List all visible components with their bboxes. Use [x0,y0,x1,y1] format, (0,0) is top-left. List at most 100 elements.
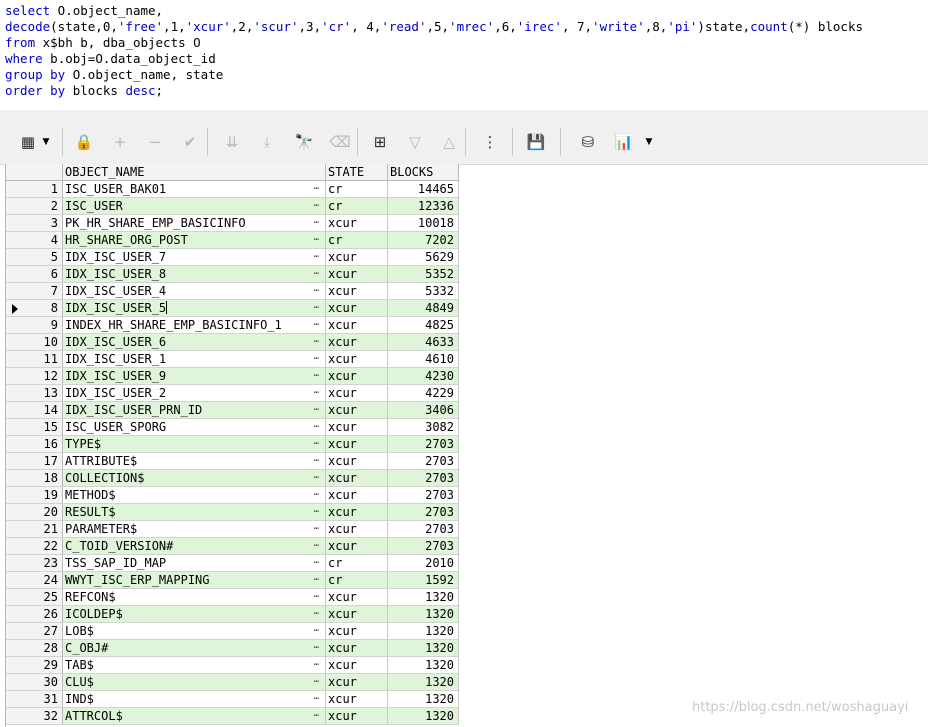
cell-blocks[interactable]: 14465 [388,181,459,198]
table-row[interactable]: 18 COLLECTION$ ⋯ xcur 2703 [6,470,459,487]
ellipsis-button[interactable]: ⋯ [308,283,326,300]
row-number[interactable]: 25 [6,589,63,606]
ellipsis-button[interactable]: ⋯ [308,198,326,215]
cell-object-name[interactable]: ISC_USER_SPORG [63,419,326,436]
ellipsis-button[interactable]: ⋯ [308,589,326,606]
cell-blocks[interactable]: 4849 [388,300,459,317]
row-number[interactable]: 19 [6,487,63,504]
add-row-icon[interactable]: + [108,130,132,154]
ellipsis-button[interactable]: ⋯ [308,215,326,232]
row-number[interactable]: 24 [6,572,63,589]
table-row[interactable]: 24 WWYT_ISC_ERP_MAPPING ⋯ cr 1592 [6,572,459,589]
cell-object-name[interactable]: ISC_USER_BAK01 [63,181,326,198]
table-row[interactable]: 2 ISC_USER ⋯ cr 12336 [6,198,459,215]
cell-state[interactable]: cr [326,181,388,198]
row-number[interactable]: 12 [6,368,63,385]
ellipsis-button[interactable]: ⋯ [308,181,326,198]
table-row[interactable]: 6 IDX_ISC_USER_8 ⋯ xcur 5352 [6,266,459,283]
cell-state[interactable]: xcur [326,657,388,674]
table-row[interactable]: 4 HR_SHARE_ORG_POST ⋯ cr 7202 [6,232,459,249]
cell-blocks[interactable]: 5352 [388,266,459,283]
grid-view-icon[interactable]: ▦ [16,130,40,154]
cell-state[interactable]: xcur [326,368,388,385]
cell-state[interactable]: cr [326,198,388,215]
row-number[interactable]: 31 [6,691,63,708]
result-grid[interactable]: OBJECT_NAME STATE BLOCKS 1 ISC_USER_BAK01… [5,164,459,727]
cell-blocks[interactable]: 1320 [388,674,459,691]
find-icon[interactable]: 🔭 [292,130,316,154]
cell-object-name[interactable]: ATTRCOL$ [63,708,326,725]
row-number[interactable]: 26 [6,606,63,623]
cell-state[interactable]: xcur [326,436,388,453]
cell-object-name[interactable]: WWYT_ISC_ERP_MAPPING [63,572,326,589]
row-number[interactable]: 18 [6,470,63,487]
ellipsis-button[interactable]: ⋯ [308,232,326,249]
cell-state[interactable]: xcur [326,674,388,691]
cell-state[interactable]: xcur [326,606,388,623]
cell-blocks[interactable]: 3406 [388,402,459,419]
table-row[interactable]: 21 PARAMETER$ ⋯ xcur 2703 [6,521,459,538]
cell-blocks[interactable]: 2703 [388,521,459,538]
table-row[interactable]: 32 ATTRCOL$ ⋯ xcur 1320 [6,708,459,725]
cell-object-name[interactable]: ATTRIBUTE$ [63,453,326,470]
save-icon[interactable]: 💾 [524,130,548,154]
cell-blocks[interactable]: 2010 [388,555,459,572]
column-header-object-name[interactable]: OBJECT_NAME [63,164,326,181]
cell-state[interactable]: xcur [326,283,388,300]
sort-down-icon[interactable]: ▽ [403,130,427,154]
cell-blocks[interactable]: 7202 [388,232,459,249]
cell-object-name[interactable]: TAB$ [63,657,326,674]
ellipsis-button[interactable]: ⋯ [308,453,326,470]
cell-object-name[interactable]: IDX_ISC_USER_PRN_ID [63,402,326,419]
table-row[interactable]: 9 INDEX_HR_SHARE_EMP_BASICINFO_1 ⋯ xcur 4825 [6,317,459,334]
row-number[interactable]: 2 [6,198,63,215]
cell-state[interactable]: xcur [326,419,388,436]
sort-up-icon[interactable]: △ [437,130,461,154]
table-row[interactable]: 30 CLU$ ⋯ xcur 1320 [6,674,459,691]
row-number[interactable]: 30 [6,674,63,691]
table-row[interactable]: 1 ISC_USER_BAK01 ⋯ cr 14465 [6,181,459,198]
ellipsis-button[interactable]: ⋯ [308,334,326,351]
table-row[interactable]: 12 IDX_ISC_USER_9 ⋯ xcur 4230 [6,368,459,385]
cell-blocks[interactable]: 2703 [388,504,459,521]
row-number[interactable]: 23 [6,555,63,572]
fetch-next-page-icon[interactable]: ⇊ [220,130,244,154]
cell-state[interactable]: xcur [326,708,388,725]
row-number[interactable]: 1 [6,181,63,198]
row-number[interactable]: 5 [6,249,63,266]
ellipsis-button[interactable]: ⋯ [308,521,326,538]
ellipsis-button[interactable]: ⋯ [308,249,326,266]
ellipsis-button[interactable]: ⋯ [308,368,326,385]
ellipsis-button[interactable]: ⋯ [308,487,326,504]
row-number[interactable]: 3 [6,215,63,232]
cell-state[interactable]: xcur [326,215,388,232]
row-number[interactable]: 29 [6,657,63,674]
table-row[interactable]: 17 ATTRIBUTE$ ⋯ xcur 2703 [6,453,459,470]
table-row[interactable]: 19 METHOD$ ⋯ xcur 2703 [6,487,459,504]
cell-state[interactable]: xcur [326,334,388,351]
cell-blocks[interactable]: 1320 [388,657,459,674]
cell-object-name[interactable]: INDEX_HR_SHARE_EMP_BASICINFO_1 [63,317,326,334]
row-number[interactable]: 14 [6,402,63,419]
cell-blocks[interactable]: 1320 [388,623,459,640]
cell-state[interactable]: xcur [326,623,388,640]
cell-object-name[interactable]: ICOLDEP$ [63,606,326,623]
cell-object-name[interactable]: C_TOID_VERSION# [63,538,326,555]
cell-blocks[interactable]: 12336 [388,198,459,215]
cell-object-name[interactable]: IDX_ISC_USER_8 [63,266,326,283]
cell-blocks[interactable]: 5332 [388,283,459,300]
row-number[interactable]: 11 [6,351,63,368]
ellipsis-button[interactable]: ⋯ [308,674,326,691]
single-record-view-icon[interactable]: ⋮ [478,130,502,154]
table-row[interactable]: 31 IND$ ⋯ xcur 1320 [6,691,459,708]
cell-object-name[interactable]: TSS_SAP_ID_MAP [63,555,326,572]
query-by-example-icon[interactable]: ⊞ [368,130,392,154]
column-header-state[interactable]: STATE [326,164,388,181]
cell-blocks[interactable]: 1320 [388,691,459,708]
cell-object-name[interactable]: RESULT$ [63,504,326,521]
ellipsis-button[interactable]: ⋯ [308,300,326,317]
cell-blocks[interactable]: 2703 [388,453,459,470]
chevron-down-icon[interactable]: ▼ [644,132,654,152]
cell-blocks[interactable]: 1320 [388,708,459,725]
row-number[interactable]: 8 [6,300,63,317]
